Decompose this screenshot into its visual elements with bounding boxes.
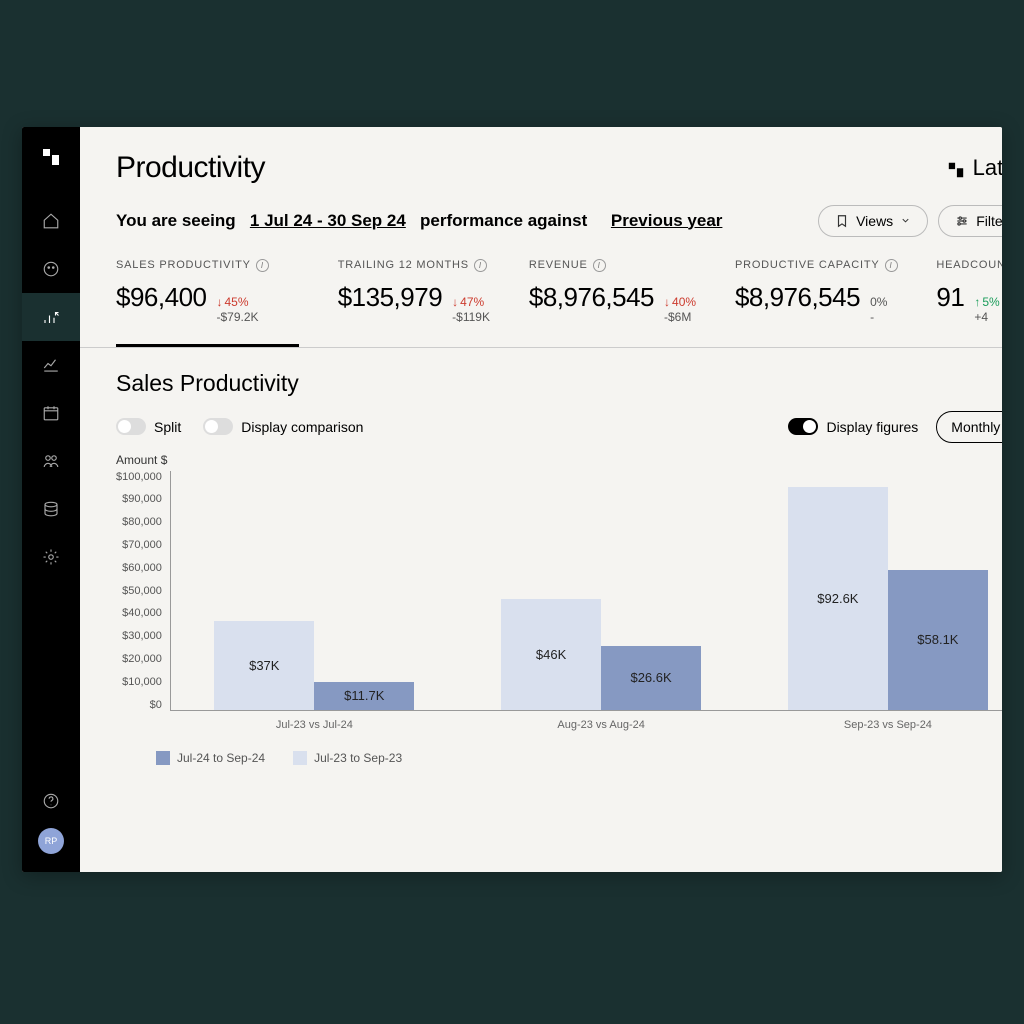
y-axis-label: Amount $: [116, 453, 1002, 467]
arrow-down-icon: ↓ 40%: [664, 295, 696, 311]
brand-logo-icon: [947, 159, 965, 177]
toggle-switch[interactable]: [116, 418, 146, 435]
chart-bar[interactable]: $37K: [214, 621, 314, 710]
metrics-row: SALES PRODUCTIVITYi $96,400 ↓ 45% -$79.2…: [80, 237, 1002, 348]
bar-value-label: $46K: [536, 647, 566, 662]
app-window: RP Productivity Lative You are seeing 1 …: [22, 127, 1002, 872]
chart-bar[interactable]: $26.6K: [601, 646, 701, 710]
chart-plot: $37K $11.7K $46K $26.6K $92.6K $58.1K: [170, 471, 1002, 711]
views-button[interactable]: Views: [818, 205, 928, 237]
sliders-icon: [955, 214, 969, 228]
main-content: Productivity Lative You are seeing 1 Jul…: [80, 127, 1002, 872]
page-title: Productivity: [116, 151, 265, 185]
info-icon[interactable]: i: [885, 259, 898, 272]
period-select[interactable]: Monthly: [936, 411, 1002, 443]
legend-swatch: [156, 751, 170, 765]
bookmark-icon: [835, 214, 849, 228]
chevron-down-icon: [900, 215, 911, 226]
split-toggle[interactable]: Split: [116, 418, 181, 435]
chart-area: Amount $ $0$10,000$20,000$30,000$40,000$…: [116, 453, 1002, 765]
legend-item-previous: Jul-23 to Sep-23: [293, 751, 402, 765]
sidebar-item-dashboard[interactable]: [22, 245, 80, 293]
toggle-switch[interactable]: [788, 418, 818, 435]
bar-value-label: $26.6K: [630, 670, 671, 685]
bar-value-label: $11.7K: [344, 688, 384, 703]
chart-section: Sales Productivity Split Display compari…: [80, 348, 1002, 785]
info-icon[interactable]: i: [474, 259, 487, 272]
user-avatar[interactable]: RP: [38, 828, 64, 854]
arrow-down-icon: ↓ 45%: [216, 295, 258, 311]
bar-value-label: $37K: [249, 658, 279, 673]
compare-link[interactable]: Previous year: [611, 211, 723, 230]
sidebar-item-productivity[interactable]: [22, 293, 80, 341]
chart-legend: Jul-24 to Sep-24 Jul-23 to Sep-23: [156, 751, 1002, 765]
sidebar-item-help[interactable]: [22, 792, 80, 810]
chart-bar[interactable]: $58.1K: [888, 570, 988, 709]
chart-bar[interactable]: $11.7K: [314, 682, 414, 710]
sidebar-item-analytics[interactable]: [22, 341, 80, 389]
brand: Lative: [947, 155, 1002, 181]
legend-swatch: [293, 751, 307, 765]
display-comparison-toggle[interactable]: Display comparison: [203, 418, 363, 435]
metric-trailing-12-months[interactable]: TRAILING 12 MONTHSi $135,979 ↓ 47% -$119…: [338, 259, 490, 347]
metric-headcount[interactable]: HEADCOUNTi 91 ↑ 5% +4: [936, 259, 1002, 347]
app-logo-icon: [41, 147, 61, 167]
sidebar-item-data[interactable]: [22, 485, 80, 533]
arrow-down-icon: ↓ 47%: [452, 295, 490, 311]
filters-button[interactable]: Filters: [938, 205, 1002, 237]
metric-productive-capacity[interactable]: PRODUCTIVE CAPACITYi $8,976,545 0% -: [735, 259, 898, 347]
legend-item-current: Jul-24 to Sep-24: [156, 751, 265, 765]
brand-name: Lative: [973, 155, 1002, 181]
bar-group: $37K $11.7K: [204, 621, 424, 710]
sidebar-item-team[interactable]: [22, 437, 80, 485]
info-icon[interactable]: i: [593, 259, 606, 272]
y-axis-ticks: $0$10,000$20,000$30,000$40,000$50,000$60…: [116, 471, 170, 711]
metric-sales-productivity[interactable]: SALES PRODUCTIVITYi $96,400 ↓ 45% -$79.2…: [116, 259, 299, 347]
toggle-switch[interactable]: [203, 418, 233, 435]
display-figures-toggle[interactable]: Display figures: [788, 418, 918, 435]
sidebar-item-home[interactable]: [22, 197, 80, 245]
context-sentence: You are seeing 1 Jul 24 - 30 Sep 24 perf…: [116, 211, 722, 231]
metric-revenue[interactable]: REVENUEi $8,976,545 ↓ 40% -$6M: [529, 259, 696, 347]
chart-title: Sales Productivity: [116, 370, 1002, 397]
x-axis-labels: Jul-23 vs Jul-24Aug-23 vs Aug-24Sep-23 v…: [171, 719, 1002, 731]
arrow-up-icon: ↑ 5%: [974, 295, 999, 311]
bar-group: $46K $26.6K: [491, 599, 711, 709]
sidebar-item-settings[interactable]: [22, 533, 80, 581]
bar-group: $92.6K $58.1K: [778, 487, 998, 709]
info-icon[interactable]: i: [256, 259, 269, 272]
bar-value-label: $58.1K: [917, 632, 958, 647]
chart-bar[interactable]: $92.6K: [788, 487, 888, 709]
sidebar: RP: [22, 127, 80, 872]
sidebar-item-calendar[interactable]: [22, 389, 80, 437]
bar-value-label: $92.6K: [817, 591, 858, 606]
chart-bar[interactable]: $46K: [501, 599, 601, 709]
date-range-link[interactable]: 1 Jul 24 - 30 Sep 24: [250, 211, 406, 230]
